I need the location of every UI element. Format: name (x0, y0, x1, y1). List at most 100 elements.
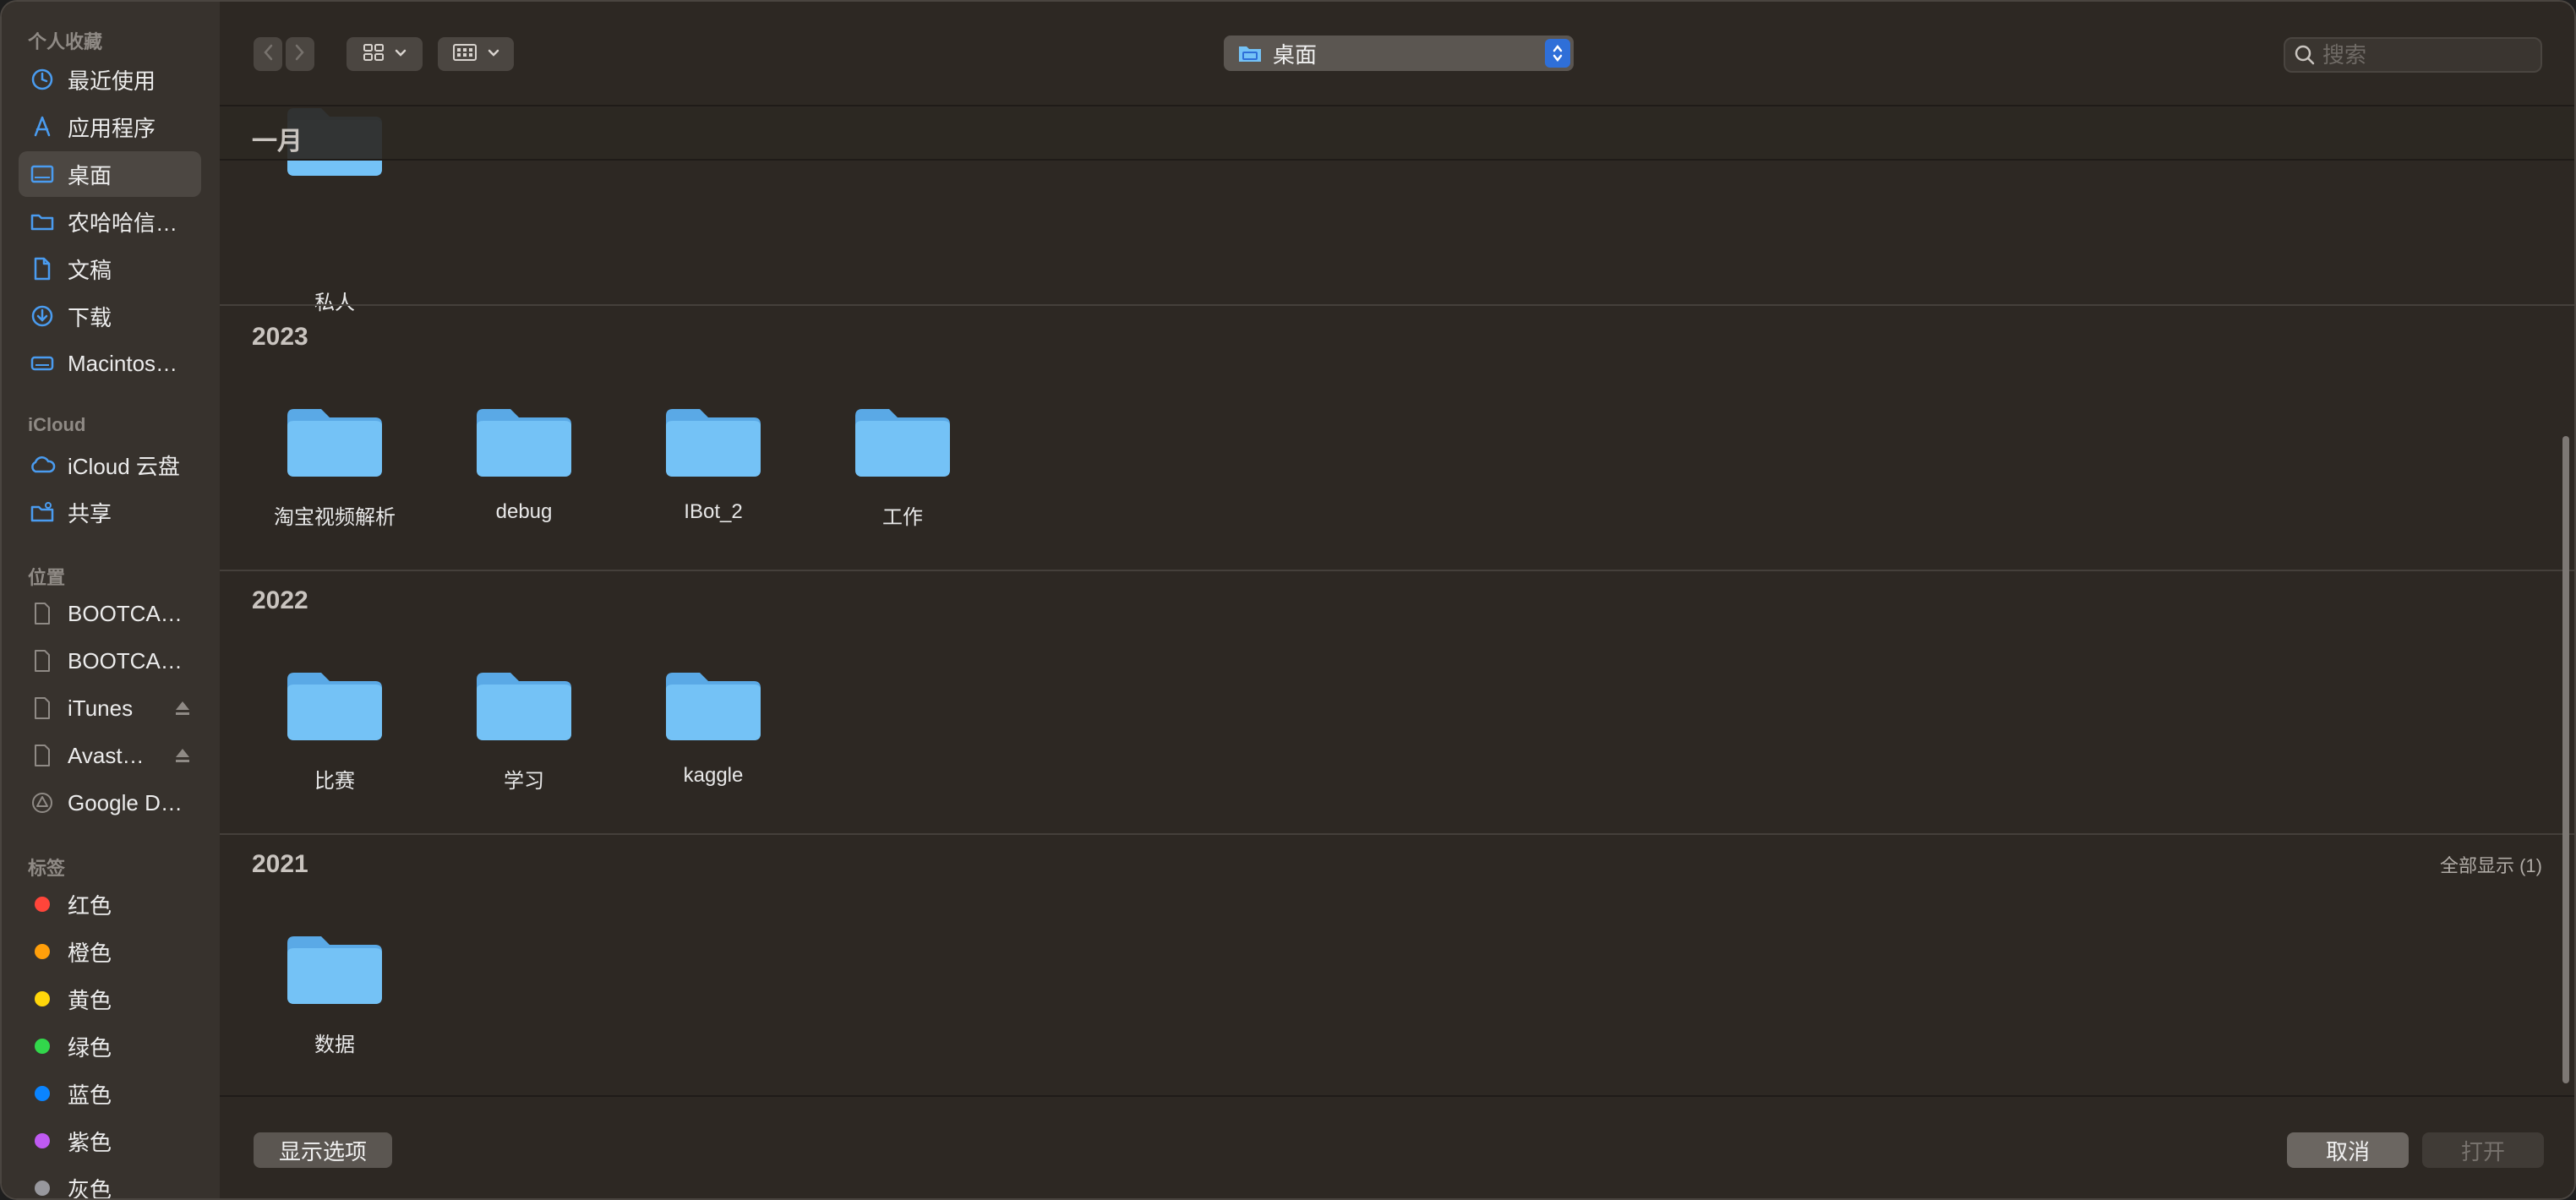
google-drive-icon (29, 789, 56, 816)
sidebar-item-label: 共享 (68, 500, 112, 526)
sidebar-tag-gray[interactable]: 灰色 (19, 1165, 201, 1200)
tag-dot-icon (35, 1039, 50, 1054)
folder-item[interactable]: 淘宝视频解析 (250, 397, 419, 566)
eject-icon[interactable] (174, 699, 191, 717)
folder-icon (477, 673, 571, 740)
sidebar-item-label: 农哈哈信… (68, 210, 178, 236)
search-input[interactable] (2322, 41, 2525, 68)
folder-name: 工作 (882, 506, 923, 529)
sidebar: 个人收藏 最近使用 应用程序 桌面 农哈哈信… 文稿 下载 Macintos… … (2, 2, 220, 1200)
sidebar-tag-yellow[interactable]: 黄色 (19, 976, 201, 1022)
sidebar-section-icloud: iCloud (28, 414, 86, 435)
folder-item[interactable]: 数据 (250, 925, 419, 1094)
chevron-down-icon (395, 46, 407, 62)
sidebar-item-label: 蓝色 (68, 1082, 112, 1108)
sidebar-item-avast[interactable]: Avast… (19, 733, 201, 778)
cloud-icon (29, 451, 56, 478)
sidebar-item-label: iCloud 云盘 (68, 453, 180, 479)
folder-icon (29, 208, 56, 235)
chevron-down-icon (488, 46, 499, 62)
chevron-left-icon (262, 43, 274, 66)
folder-icon (287, 409, 382, 477)
sidebar-item-label: BOOTCA… (68, 600, 183, 626)
search-icon (2294, 44, 2316, 66)
disk-icon (29, 350, 56, 377)
sidebar-item-desktop[interactable]: 桌面 (19, 151, 201, 197)
clock-icon (29, 66, 56, 93)
sidebar-item-label: 灰色 (68, 1176, 112, 1200)
chevron-right-icon (294, 43, 306, 66)
shared-folder-icon (29, 499, 56, 526)
group-title: 一月 (252, 128, 303, 155)
tag-dot-icon (35, 1181, 50, 1196)
download-icon (29, 303, 56, 330)
group-title: 2022 (252, 586, 308, 614)
file-icon (29, 695, 56, 722)
tag-dot-icon (35, 1133, 50, 1148)
group-grid-icon (452, 43, 478, 66)
folder-name: 淘宝视频解析 (274, 506, 396, 529)
open-button[interactable]: 打开 (2422, 1132, 2544, 1168)
bottom-bar: 显示选项 取消 打开 (220, 1095, 2574, 1198)
sidebar-item-icloud-drive[interactable]: iCloud 云盘 (19, 442, 201, 488)
sidebar-item-bootcamp-1[interactable]: BOOTCA… (19, 591, 201, 636)
eject-icon[interactable] (174, 746, 191, 765)
folder-name: kaggle (683, 764, 744, 787)
folder-item[interactable]: 学习 (439, 661, 609, 830)
sidebar-item-macintosh[interactable]: Macintos… (19, 341, 201, 386)
sidebar-item-google-drive[interactable]: Google D… (19, 780, 201, 826)
sidebar-item-applications[interactable]: 应用程序 (19, 104, 201, 150)
sidebar-item-shared[interactable]: 共享 (19, 489, 201, 535)
file-icon (29, 742, 56, 769)
sidebar-item-bootcamp-2[interactable]: BOOTCA… (19, 638, 201, 684)
folder-item[interactable]: IBot_2 (629, 397, 798, 566)
folder-item[interactable]: 比赛 (250, 661, 419, 830)
view-mode-button[interactable] (347, 37, 423, 71)
sidebar-tag-blue[interactable]: 蓝色 (19, 1071, 201, 1116)
location-popup[interactable]: 桌面 (1224, 35, 1574, 71)
cancel-button[interactable]: 取消 (2287, 1132, 2409, 1168)
folder-icon (666, 409, 761, 477)
sidebar-item-label: Macintos… (68, 350, 178, 376)
back-button[interactable] (254, 37, 282, 71)
show-all-link[interactable]: 全部显示 (1) (2440, 851, 2542, 878)
sidebar-tag-orange[interactable]: 橙色 (19, 929, 201, 974)
folder-name: 数据 (314, 1034, 355, 1056)
group-header: 2022 (220, 575, 2574, 627)
sidebar-item-label: Avast… (68, 742, 145, 768)
group-header: 2021 全部显示 (1) (220, 838, 2574, 891)
sidebar-item-itunes[interactable]: iTunes (19, 685, 201, 731)
sidebar-item-label: 绿色 (68, 1034, 112, 1061)
show-options-button[interactable]: 显示选项 (254, 1132, 392, 1168)
desktop-folder-icon (1237, 43, 1263, 63)
sidebar-item-folder[interactable]: 农哈哈信… (19, 199, 201, 244)
sidebar-tag-purple[interactable]: 紫色 (19, 1118, 201, 1164)
group-title: 2023 (252, 323, 308, 351)
folder-item[interactable]: 工作 (818, 397, 987, 566)
sidebar-item-label: 最近使用 (68, 68, 156, 94)
divider (220, 833, 2574, 835)
sidebar-item-label: 橙色 (68, 940, 112, 966)
folder-item[interactable]: kaggle (629, 661, 798, 830)
sidebar-section-tags: 标签 (28, 858, 66, 879)
file-open-dialog: 个人收藏 最近使用 应用程序 桌面 农哈哈信… 文稿 下载 Macintos… … (0, 0, 2576, 1200)
toolbar: 桌面 (220, 2, 2574, 106)
forward-button[interactable] (286, 37, 314, 71)
folder-item[interactable]: debug (439, 397, 609, 566)
group-title: 2021 (252, 850, 308, 878)
folder-icon (477, 409, 571, 477)
sidebar-item-recents[interactable]: 最近使用 (19, 57, 201, 102)
search-field[interactable] (2284, 37, 2542, 73)
group-by-button[interactable] (438, 37, 514, 71)
sidebar-item-label: 红色 (68, 892, 112, 919)
sidebar-tag-green[interactable]: 绿色 (19, 1023, 201, 1069)
vertical-scrollbar[interactable] (2562, 436, 2569, 1083)
desktop-icon (29, 161, 56, 188)
sidebar-item-downloads[interactable]: 下载 (19, 293, 201, 339)
sidebar-tag-red[interactable]: 红色 (19, 881, 201, 927)
group-header: 2023 (220, 311, 2574, 363)
tag-dot-icon (35, 1086, 50, 1101)
sidebar-item-documents[interactable]: 文稿 (19, 246, 201, 292)
sidebar-item-label: BOOTCA… (68, 647, 183, 674)
folder-item[interactable]: 私人 (250, 108, 419, 325)
